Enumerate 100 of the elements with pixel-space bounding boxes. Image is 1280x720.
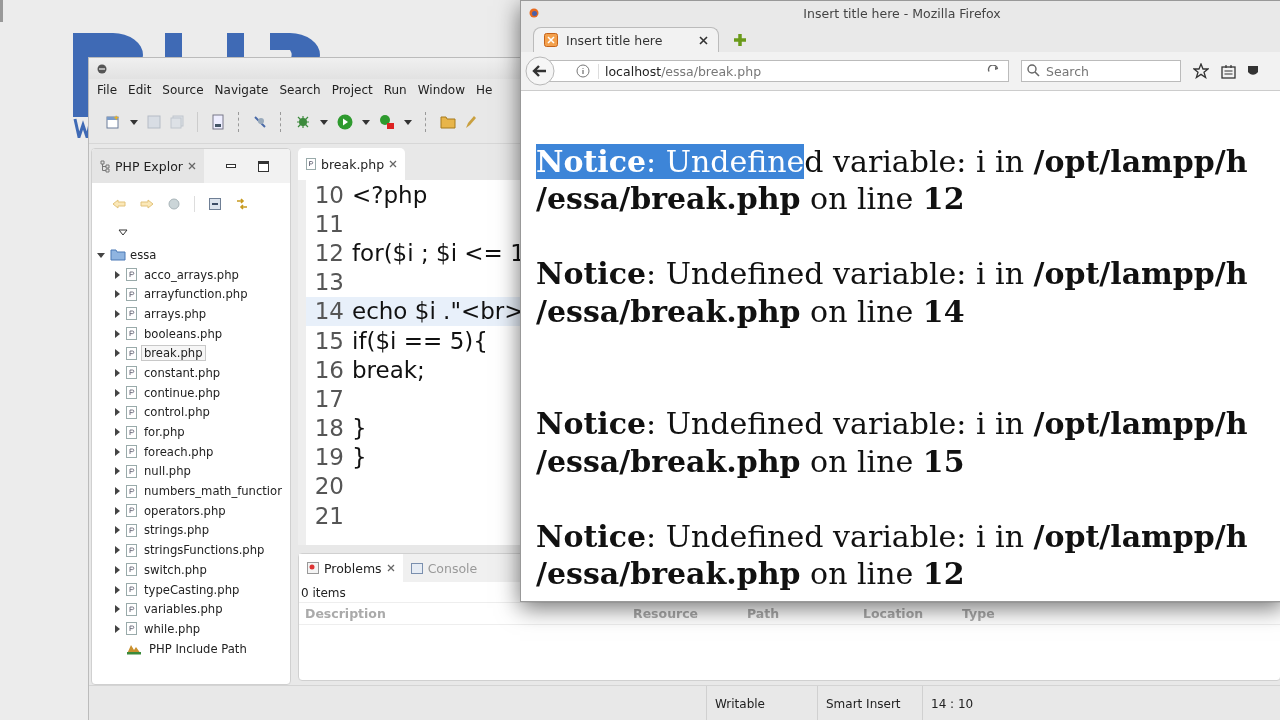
expand-arrow-icon[interactable] — [113, 467, 121, 476]
expand-arrow-icon[interactable] — [113, 506, 121, 515]
expand-arrow-icon[interactable] — [113, 428, 121, 437]
reading-list-icon[interactable] — [1221, 63, 1236, 79]
expand-arrow-icon[interactable] — [113, 546, 121, 555]
tree-item[interactable]: typeCasting.php — [141, 581, 243, 598]
menu-item[interactable]: Edit — [128, 83, 152, 97]
code-line: echo $i ."<br> — [352, 298, 524, 325]
back-button[interactable] — [525, 56, 555, 86]
menu-item[interactable]: He — [476, 83, 493, 97]
expand-arrow-icon[interactable] — [97, 250, 105, 259]
bookmark-star-icon[interactable] — [1193, 63, 1209, 79]
php-file-icon — [126, 445, 137, 459]
notice-message: Notice: Undefined variable: i in /opt/lampp/h — [536, 405, 1249, 443]
php-file-icon — [306, 158, 316, 170]
expand-arrow-icon[interactable] — [113, 585, 121, 594]
debug-bug-icon[interactable] — [295, 114, 311, 130]
tree-item[interactable]: arrayfunction.php — [141, 286, 251, 303]
menu-item[interactable]: File — [97, 83, 118, 97]
close-tab-icon[interactable] — [389, 160, 398, 168]
php-file-icon — [126, 504, 137, 518]
code-line: } — [352, 415, 367, 442]
tree-item[interactable]: arrays.php — [141, 305, 210, 322]
php-file-icon — [126, 583, 137, 597]
expand-arrow-icon[interactable] — [113, 526, 121, 535]
dropdown-caret-icon[interactable] — [362, 119, 370, 125]
expand-arrow-icon[interactable] — [113, 349, 121, 358]
panel-tab[interactable]: Problems — [299, 554, 403, 582]
minimize-icon[interactable] — [225, 164, 236, 168]
expand-arrow-icon[interactable] — [113, 368, 121, 377]
menu-item[interactable]: Window — [417, 83, 466, 97]
run-icon[interactable] — [337, 114, 353, 130]
address-bar[interactable]: localhost/essa/break.php — [549, 60, 1009, 82]
tree-item[interactable]: control.php — [141, 404, 213, 421]
menu-item[interactable]: Navigate — [214, 83, 269, 97]
tree-item[interactable]: acco_arrays.php — [141, 266, 242, 283]
dropdown-caret-icon[interactable] — [320, 119, 328, 125]
php-file-icon — [126, 523, 137, 537]
expand-arrow-icon[interactable] — [113, 408, 121, 417]
php-file-icon — [126, 543, 137, 557]
tree-item[interactable]: operators.php — [141, 502, 229, 519]
tree-item[interactable]: foreach.php — [141, 443, 217, 460]
tree-item[interactable]: constant.php — [141, 364, 224, 381]
close-tab-icon[interactable] — [699, 35, 708, 45]
code-line: <?php — [352, 181, 428, 208]
line-number: 10 — [313, 181, 345, 208]
browser-tab[interactable]: Insert title here — [533, 27, 719, 52]
menu-item[interactable]: Search — [279, 83, 321, 97]
expand-arrow-icon[interactable] — [113, 447, 121, 456]
explorer-tab[interactable]: PHP Explor — [92, 149, 204, 183]
tree-item[interactable]: switch.php — [141, 561, 210, 578]
tree-item[interactable]: stringsFunctions.php — [141, 542, 268, 559]
tree-item[interactable]: for.php — [141, 424, 188, 441]
info-icon[interactable] — [576, 64, 590, 78]
expand-arrow-icon[interactable] — [113, 388, 121, 397]
tree-item[interactable]: strings.php — [141, 522, 213, 539]
hierarchy-icon — [100, 159, 110, 173]
window-menu-icon[interactable] — [97, 63, 107, 74]
collapse-all-icon[interactable] — [209, 198, 221, 210]
notice-message: Notice: Undefined variable: i in /opt/lampp/h — [536, 142, 1249, 180]
tree-item[interactable]: variables.php — [141, 601, 226, 618]
save-all-icon — [170, 115, 184, 129]
editor-tab[interactable]: break.php — [298, 148, 406, 180]
line-number: 14 — [313, 298, 345, 325]
new-tab-icon[interactable] — [733, 33, 747, 47]
new-file-icon[interactable] — [105, 114, 121, 130]
tree-item[interactable]: break.php — [141, 345, 206, 362]
tree-item[interactable]: PHP Include Path — [146, 640, 250, 657]
expand-arrow-icon[interactable] — [113, 605, 121, 614]
line-number: 18 — [313, 415, 345, 442]
expand-arrow-icon[interactable] — [113, 565, 121, 574]
dropdown-caret-icon[interactable] — [404, 119, 412, 125]
expand-arrow-icon[interactable] — [113, 487, 121, 496]
browser-logo-icon — [529, 8, 539, 18]
php-file-icon — [126, 464, 137, 478]
tree-item[interactable]: null.php — [141, 463, 194, 480]
view-menu-icon[interactable] — [118, 229, 128, 236]
build-icon[interactable] — [211, 114, 225, 130]
expand-arrow-icon[interactable] — [113, 624, 121, 633]
menu-item[interactable]: Source — [162, 83, 204, 97]
maximize-icon[interactable] — [257, 160, 269, 172]
tree-item[interactable]: continue.php — [141, 384, 224, 401]
php-file-icon — [126, 307, 137, 321]
tree-item[interactable]: while.php — [141, 620, 204, 637]
dropdown-caret-icon[interactable] — [130, 119, 138, 125]
expand-arrow-icon[interactable] — [113, 309, 121, 318]
tree-item[interactable]: essa — [96, 245, 290, 265]
php-file-icon — [126, 425, 137, 439]
menu-item[interactable]: Run — [383, 83, 407, 97]
php-file-icon — [126, 366, 137, 380]
expand-arrow-icon[interactable] — [113, 270, 121, 279]
link-icon[interactable] — [235, 197, 249, 211]
tree-item[interactable]: booleans.php — [141, 325, 226, 342]
run-external-icon[interactable] — [379, 114, 395, 130]
tree-item[interactable]: numbers_math_functior — [141, 483, 285, 500]
search-field[interactable]: Search — [1021, 60, 1181, 82]
close-tab-icon[interactable] — [386, 564, 395, 572]
menu-item[interactable]: Project — [331, 83, 373, 97]
expand-arrow-icon[interactable] — [113, 290, 121, 299]
expand-arrow-icon[interactable] — [113, 329, 121, 338]
